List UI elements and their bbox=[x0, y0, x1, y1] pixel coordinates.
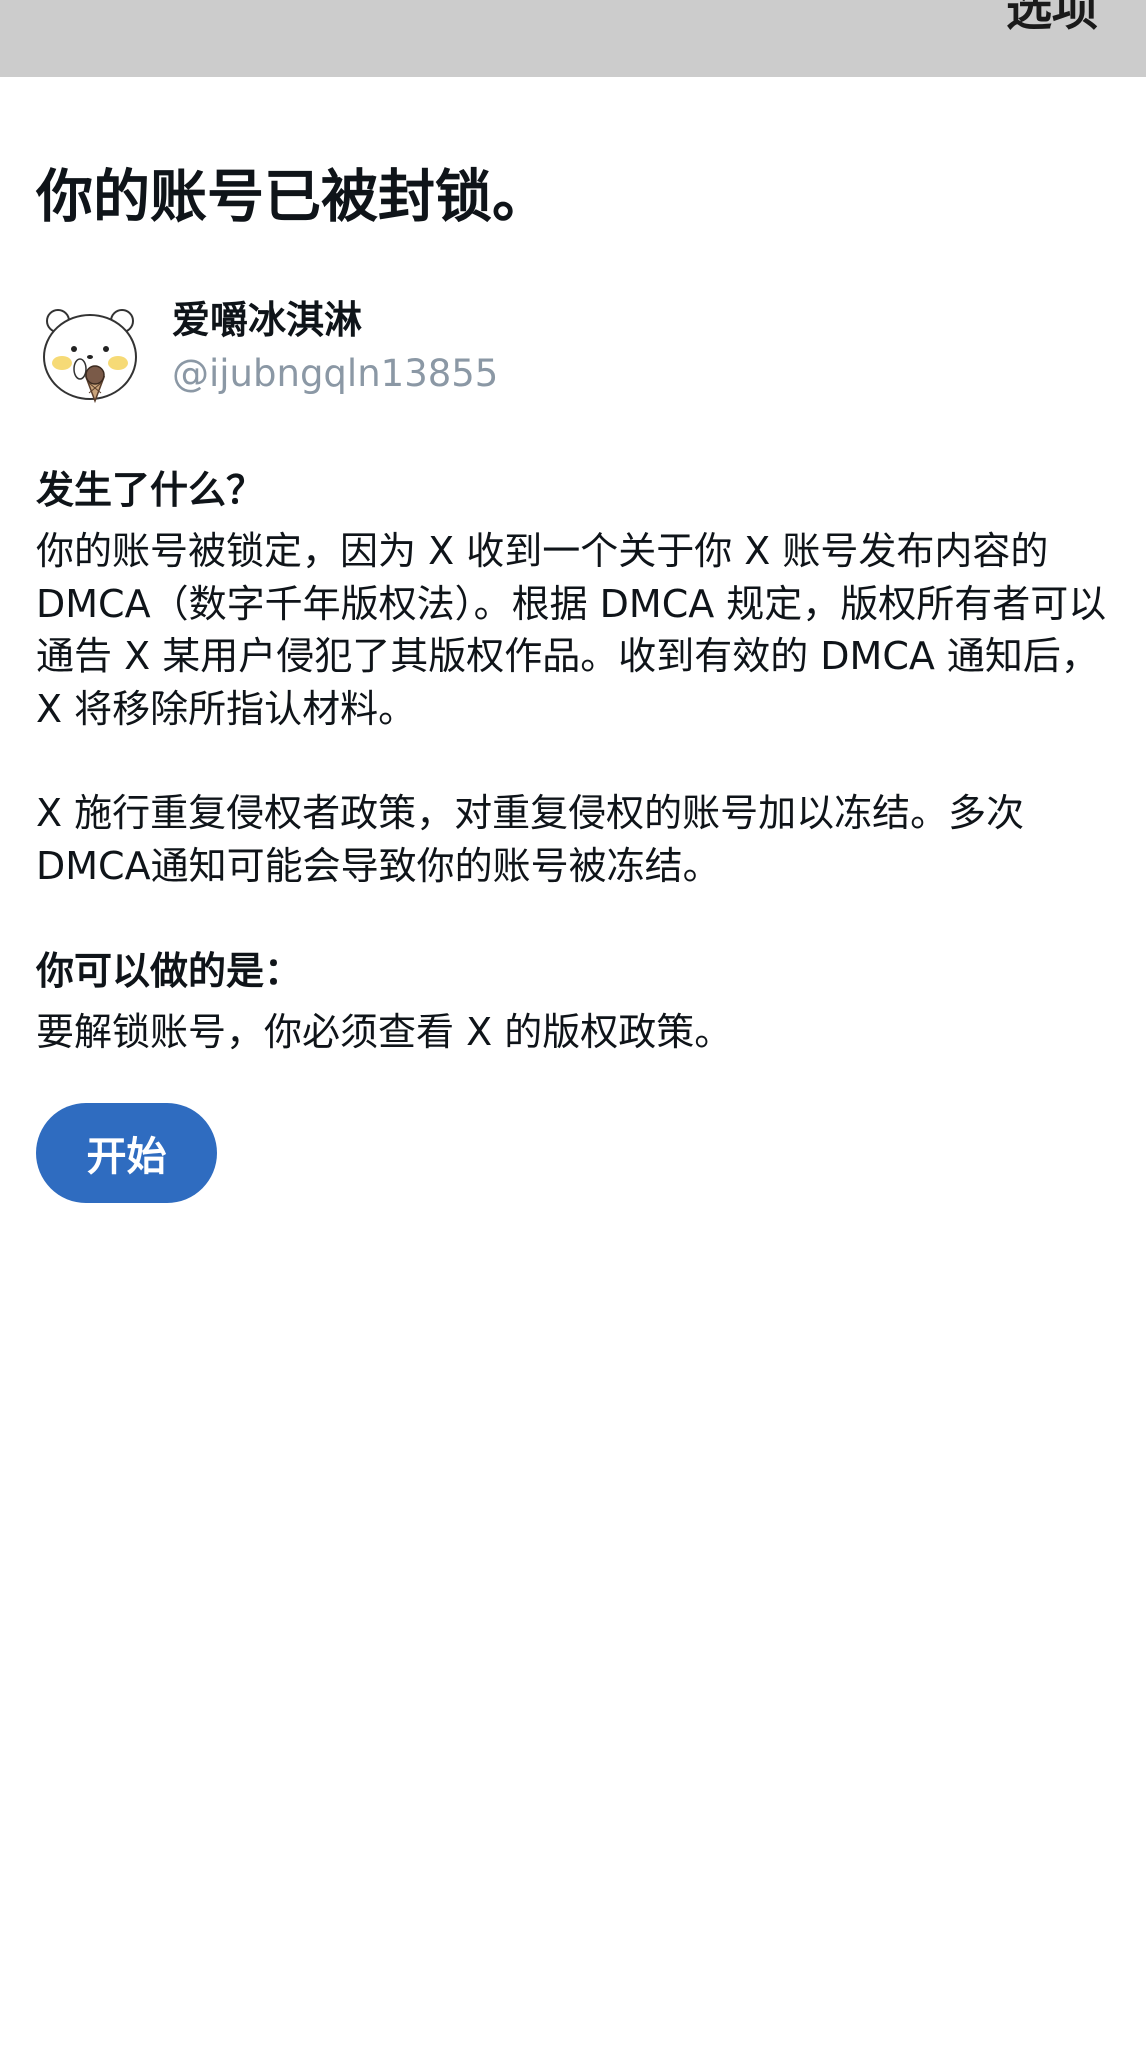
what-you-can-do-paragraph: 要解锁账号，你必须查看 X 的版权政策。 bbox=[36, 1010, 733, 1054]
start-button[interactable]: 开始 bbox=[36, 1102, 217, 1203]
page-title: 你的账号已被封锁。 bbox=[36, 164, 549, 230]
what-happened-heading: 发生了什么？ bbox=[36, 468, 265, 512]
options-button[interactable]: 选项 bbox=[1006, 0, 1098, 37]
what-happened-paragraph-2: X 施行重复侵权者政策，对重复侵权的账号加以冻结。多次 DMCA通知可能会导致你… bbox=[36, 791, 1025, 888]
main-content: 你的账号已被封锁。 爱嚼冰淇淋 @ijubngqln13855 发生了什么？ 你… bbox=[36, 77, 1112, 1203]
top-bar: 选项 bbox=[0, 0, 1146, 77]
bear-avatar-icon bbox=[36, 297, 144, 405]
profile-card: 爱嚼冰淇淋 @ijubngqln13855 bbox=[36, 297, 1112, 411]
what-happened-paragraph-1: 你的账号被锁定，因为 X 收到一个关于你 X 账号发布内容的 DMCA（数字千年… bbox=[36, 529, 1107, 731]
profile-text: 爱嚼冰淇淋 @ijubngqln13855 bbox=[172, 293, 498, 401]
user-handle: @ijubngqln13855 bbox=[172, 352, 499, 395]
display-name: 爱嚼冰淇淋 bbox=[172, 298, 363, 342]
what-you-can-do-heading: 你可以做的是： bbox=[36, 949, 303, 993]
